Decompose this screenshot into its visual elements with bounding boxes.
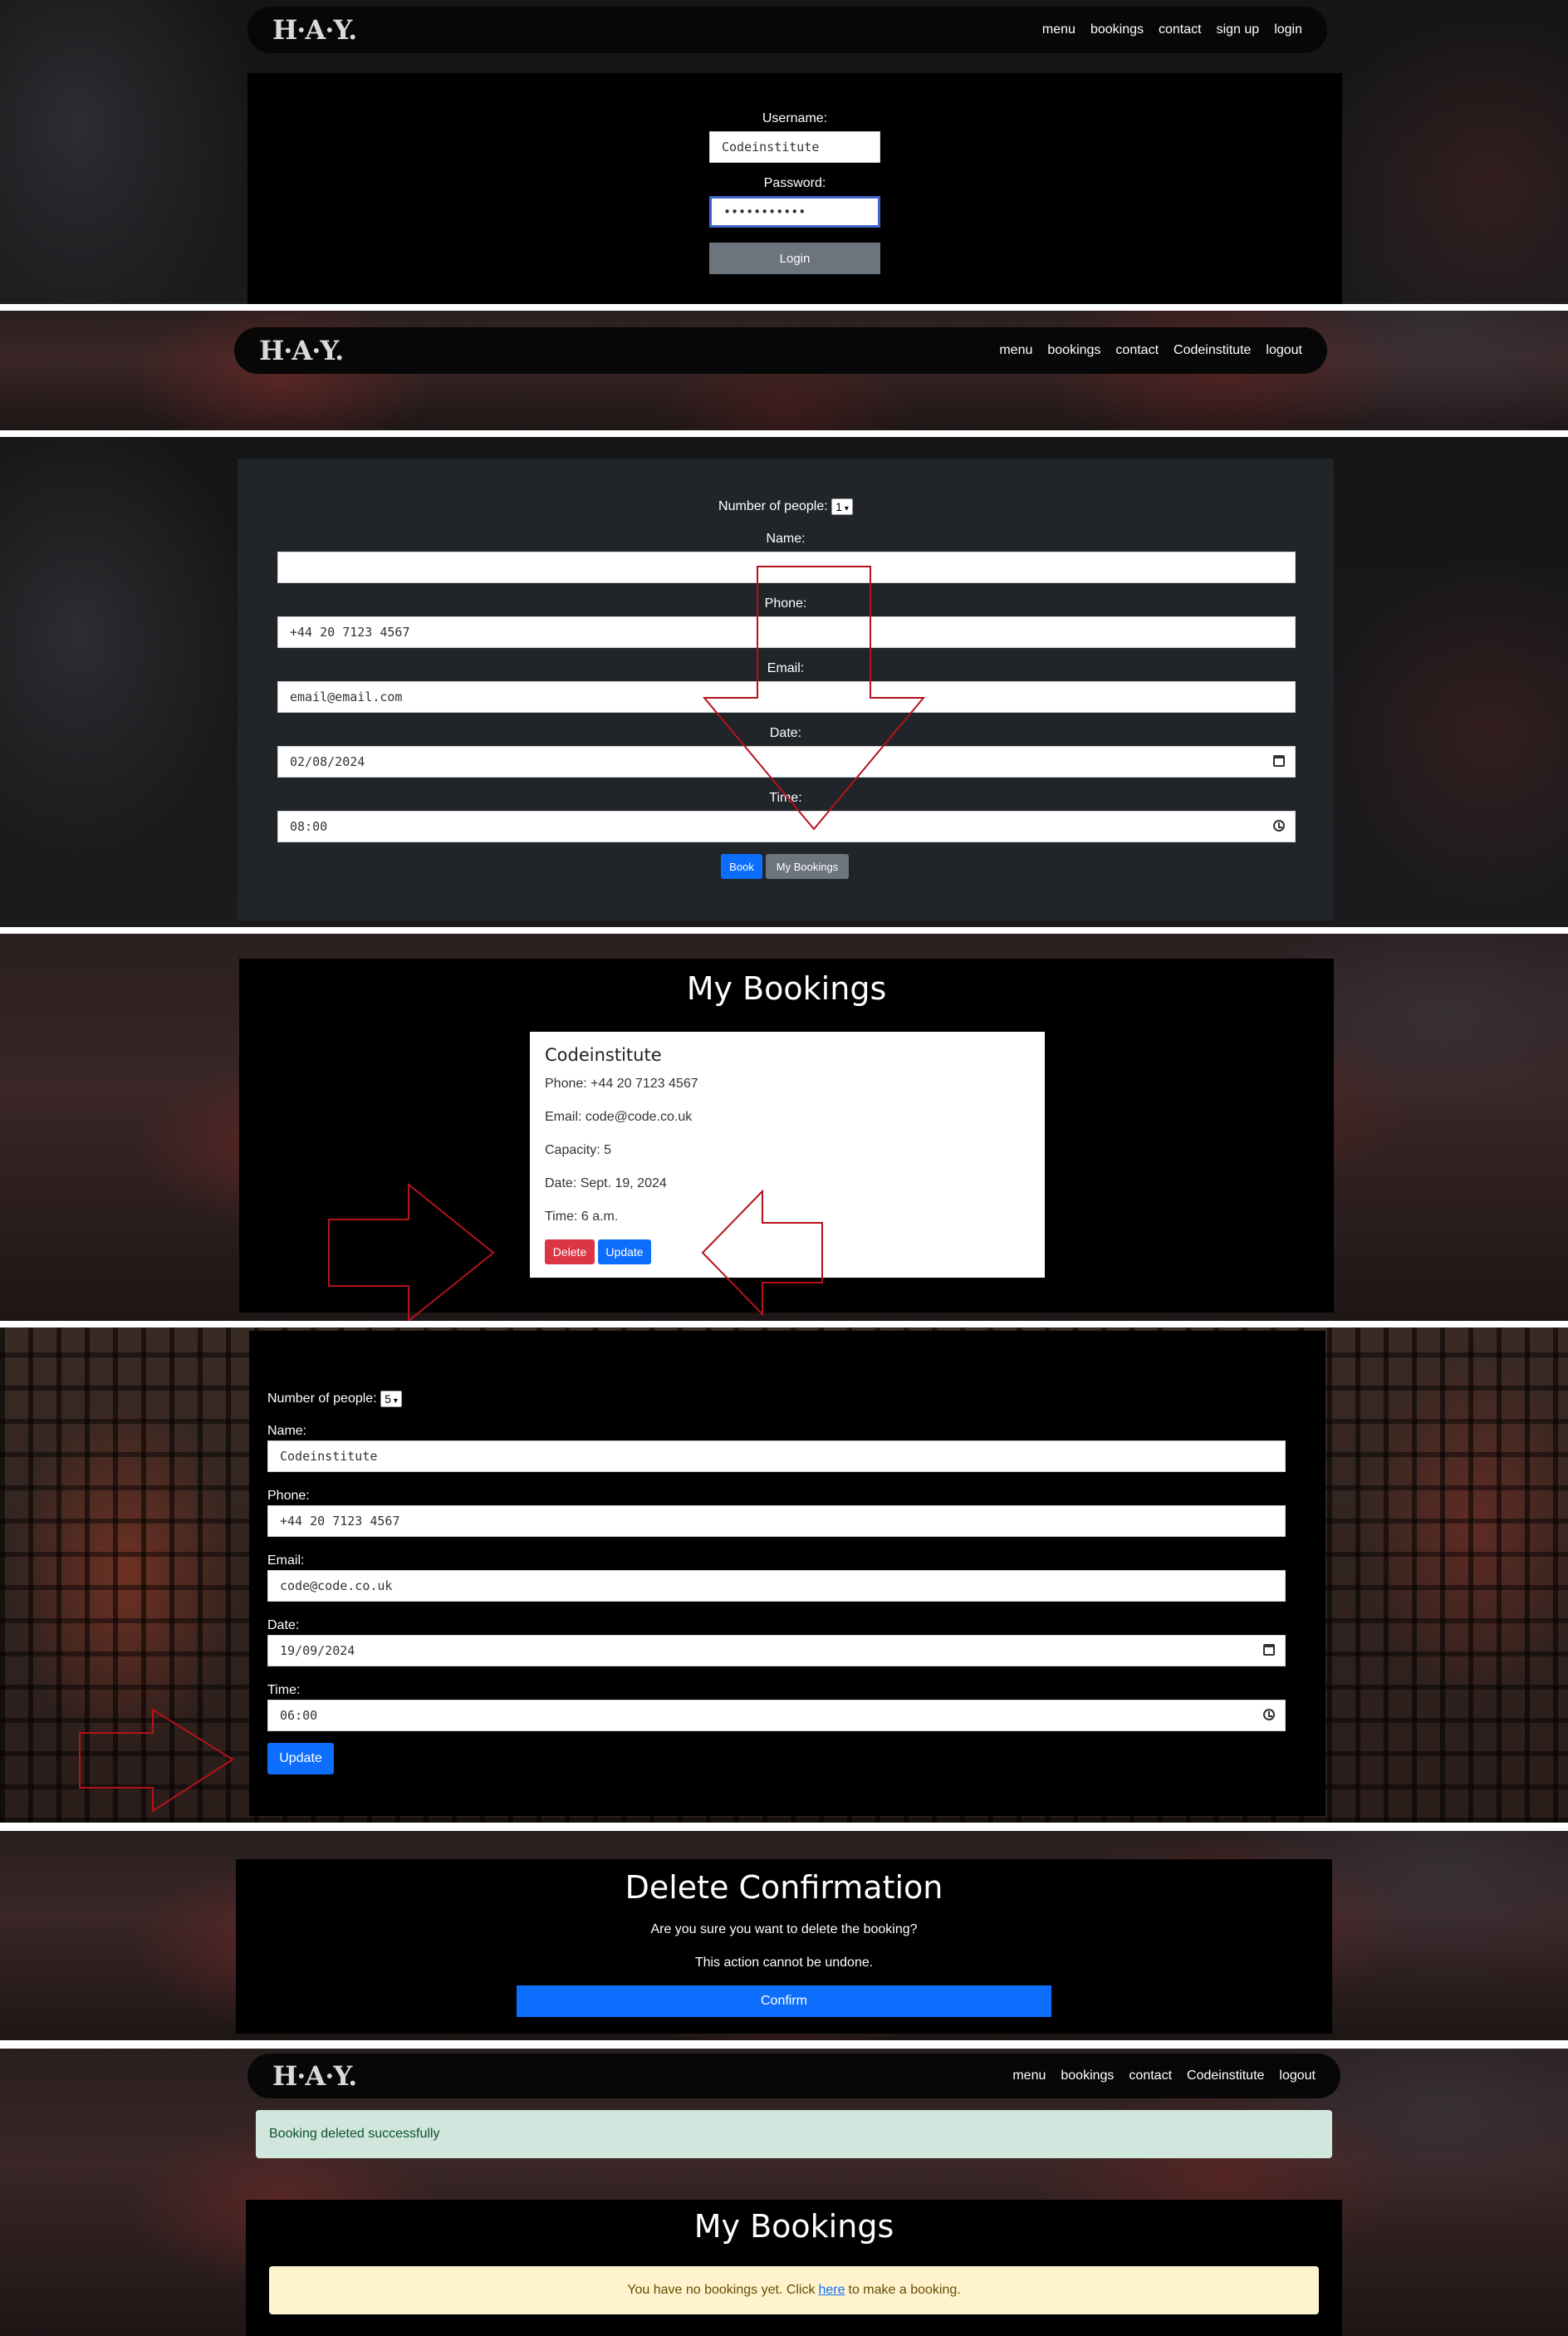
username-label: Username: [762,111,828,125]
login-card: Username: Codeinstitute Password: ••••••… [247,73,1342,304]
nav-link-menu[interactable]: menu [999,343,1032,358]
booking-form-panel: Number of people: 1 ▾ Name: Phone: +44 20… [0,437,1568,927]
nav-link-bookings[interactable]: bookings [1090,22,1144,37]
nav-links: menu bookings contact Codeinstitute logo… [999,343,1302,358]
annotation-arrow-down [702,566,926,831]
update-form-panel: Number of people: 5 ▾ Name: Codeinstitute… [0,1327,1568,1823]
success-alert: Booking deleted successfully [256,2110,1332,2158]
nav-links: menu bookings contact Codeinstitute logo… [1012,2069,1316,2083]
nav-link-contact[interactable]: contact [1115,343,1159,358]
delete-confirm-question: Are you sure you want to delete the book… [650,1922,918,1936]
nav-link-user[interactable]: Codeinstitute [1174,343,1251,358]
login-button[interactable]: Login [709,243,880,274]
delete-confirm-panel: Delete Confirmation Are you sure you wan… [0,1831,1568,2040]
nav-link-logout[interactable]: logout [1279,2069,1316,2083]
nav-links: menu bookings contact sign up login [1042,22,1302,37]
nav-link-signup[interactable]: sign up [1217,22,1260,37]
site-logo[interactable]: H·A·Y. [259,335,344,366]
confirm-button[interactable]: Confirm [517,1985,1051,2017]
after-delete-panel: H·A·Y. menu bookings contact Codeinstitu… [0,2049,1568,2336]
my-bookings-panel: My Bookings Codeinstitute Phone: +44 20 … [0,934,1568,1321]
top-navbar: H·A·Y. menu bookings contact sign up log… [247,7,1327,53]
success-alert-text: Booking deleted successfully [269,2127,440,2141]
delete-confirm-warning: This action cannot be undone. [694,1956,874,1970]
nav-link-contact[interactable]: contact [1129,2069,1172,2083]
nav-link-user[interactable]: Codeinstitute [1187,2069,1264,2083]
nav-link-contact[interactable]: contact [1159,22,1202,37]
empty-prefix: You have no bookings yet. Click [627,2283,816,2297]
logged-in-navbar: H·A·Y. menu bookings contact Codeinstitu… [234,327,1327,374]
empty-bookings-alert: You have no bookings yet. Click here to … [269,2266,1319,2314]
logged-in-navbar: H·A·Y. menu bookings contact Codeinstitu… [247,2054,1340,2098]
delete-confirm-title: Delete Confirmation [625,1869,943,1906]
password-input[interactable]: ••••••••••• [709,196,880,228]
logged-in-navbar-panel: H·A·Y. menu bookings contact Codeinstitu… [0,311,1568,430]
annotation-arrow-right [79,1708,234,1813]
after-delete-title: My Bookings [693,2208,894,2245]
username-input[interactable]: Codeinstitute [709,131,880,163]
login-screenshot-panel: H·A·Y. menu bookings contact sign up log… [0,0,1568,304]
site-logo[interactable]: H·A·Y. [272,14,357,46]
delete-confirm-card: Delete Confirmation Are you sure you wan… [236,1859,1332,2034]
nav-link-login[interactable]: login [1274,22,1302,37]
nav-link-menu[interactable]: menu [1042,22,1076,37]
nav-link-bookings[interactable]: bookings [1061,2069,1114,2083]
nav-link-menu[interactable]: menu [1012,2069,1046,2083]
nav-link-logout[interactable]: logout [1266,343,1302,358]
nav-link-bookings[interactable]: bookings [1047,343,1100,358]
empty-suffix: to make a booking. [848,2283,961,2297]
after-delete-bookings-card: My Bookings You have no bookings yet. Cl… [246,2200,1342,2336]
password-label: Password: [763,176,826,190]
make-booking-link[interactable]: here [818,2283,845,2298]
annotation-arrow-right [328,1182,823,1321]
site-logo[interactable]: H·A·Y. [272,2060,357,2092]
